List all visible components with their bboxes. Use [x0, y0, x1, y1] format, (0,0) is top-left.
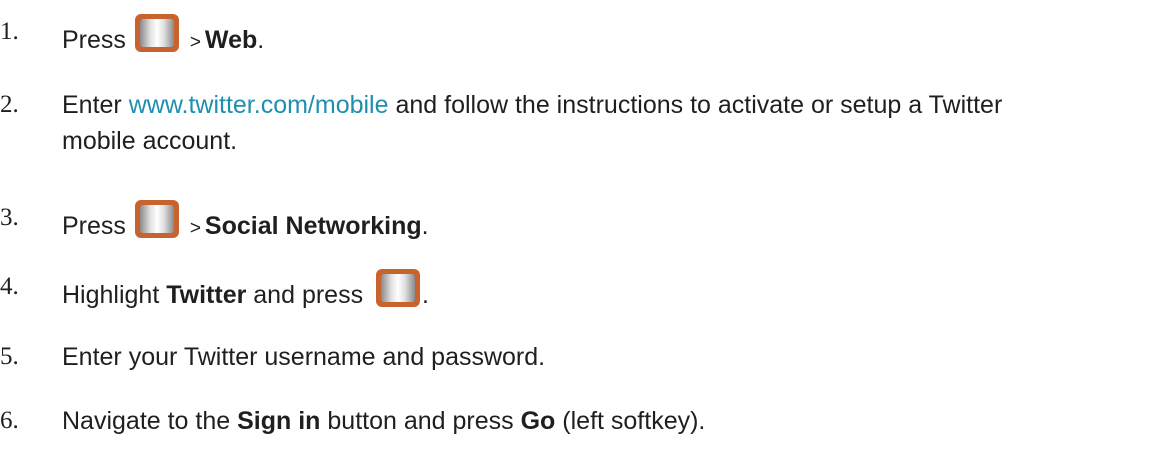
step-text: Navigate to the Sign in button and press…	[62, 407, 706, 435]
menu-target: Social Networking	[204, 212, 422, 240]
step-text: Enter your Twitter username and password…	[62, 343, 546, 371]
step-number: 2.	[0, 91, 19, 118]
go-target: Go	[520, 407, 556, 435]
menu-key-icon	[134, 14, 179, 52]
step-number: 6.	[0, 407, 19, 434]
step-number: 5.	[0, 343, 19, 370]
step-text: Enter www.twitter.com/mobile and follow …	[62, 91, 1003, 119]
step-text-continued: mobile account.	[62, 127, 238, 155]
sign-in-target: Sign in	[237, 407, 321, 435]
step-number: 4.	[0, 273, 19, 300]
menu-key-icon	[134, 200, 179, 238]
step-number: 3.	[0, 204, 19, 231]
step-text: Highlight Twitter and press .	[62, 269, 429, 313]
step-text: Press > Web.	[62, 14, 264, 61]
ok-key-icon	[376, 269, 421, 307]
highlight-target: Twitter	[166, 281, 247, 309]
twitter-link[interactable]: www.twitter.com/mobile	[129, 91, 389, 119]
step-text: Press > Social Networking.	[62, 200, 429, 247]
menu-target: Web	[204, 26, 258, 54]
step-number: 1.	[0, 18, 19, 45]
